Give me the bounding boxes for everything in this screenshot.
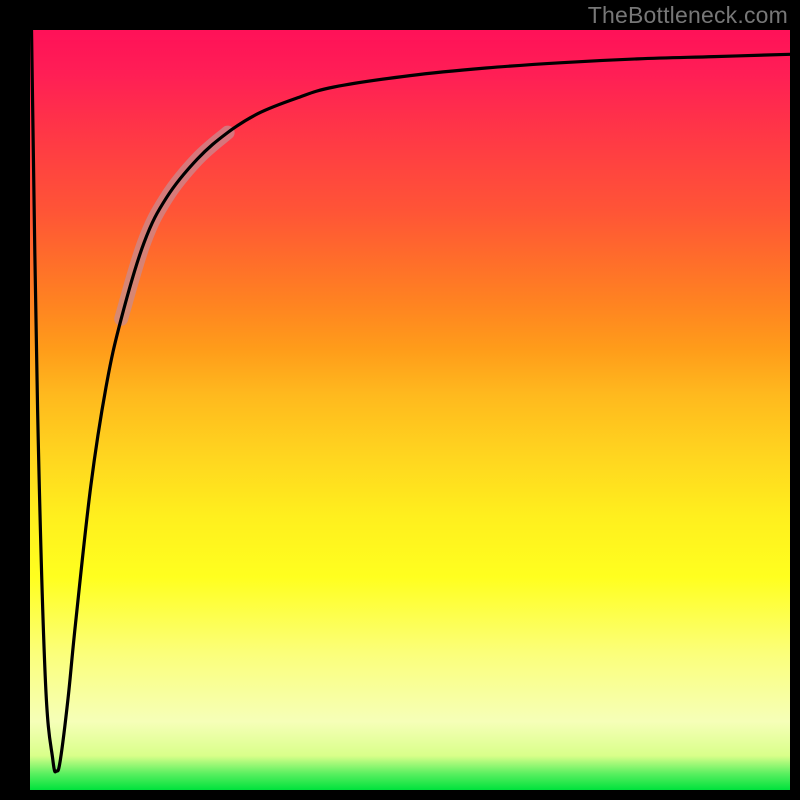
curve-line — [32, 30, 790, 772]
plot-area — [30, 30, 790, 790]
curve-svg — [30, 30, 790, 790]
chart-root: TheBottleneck.com — [0, 0, 800, 800]
watermark-text: TheBottleneck.com — [588, 2, 788, 29]
curve-highlight — [121, 133, 227, 319]
